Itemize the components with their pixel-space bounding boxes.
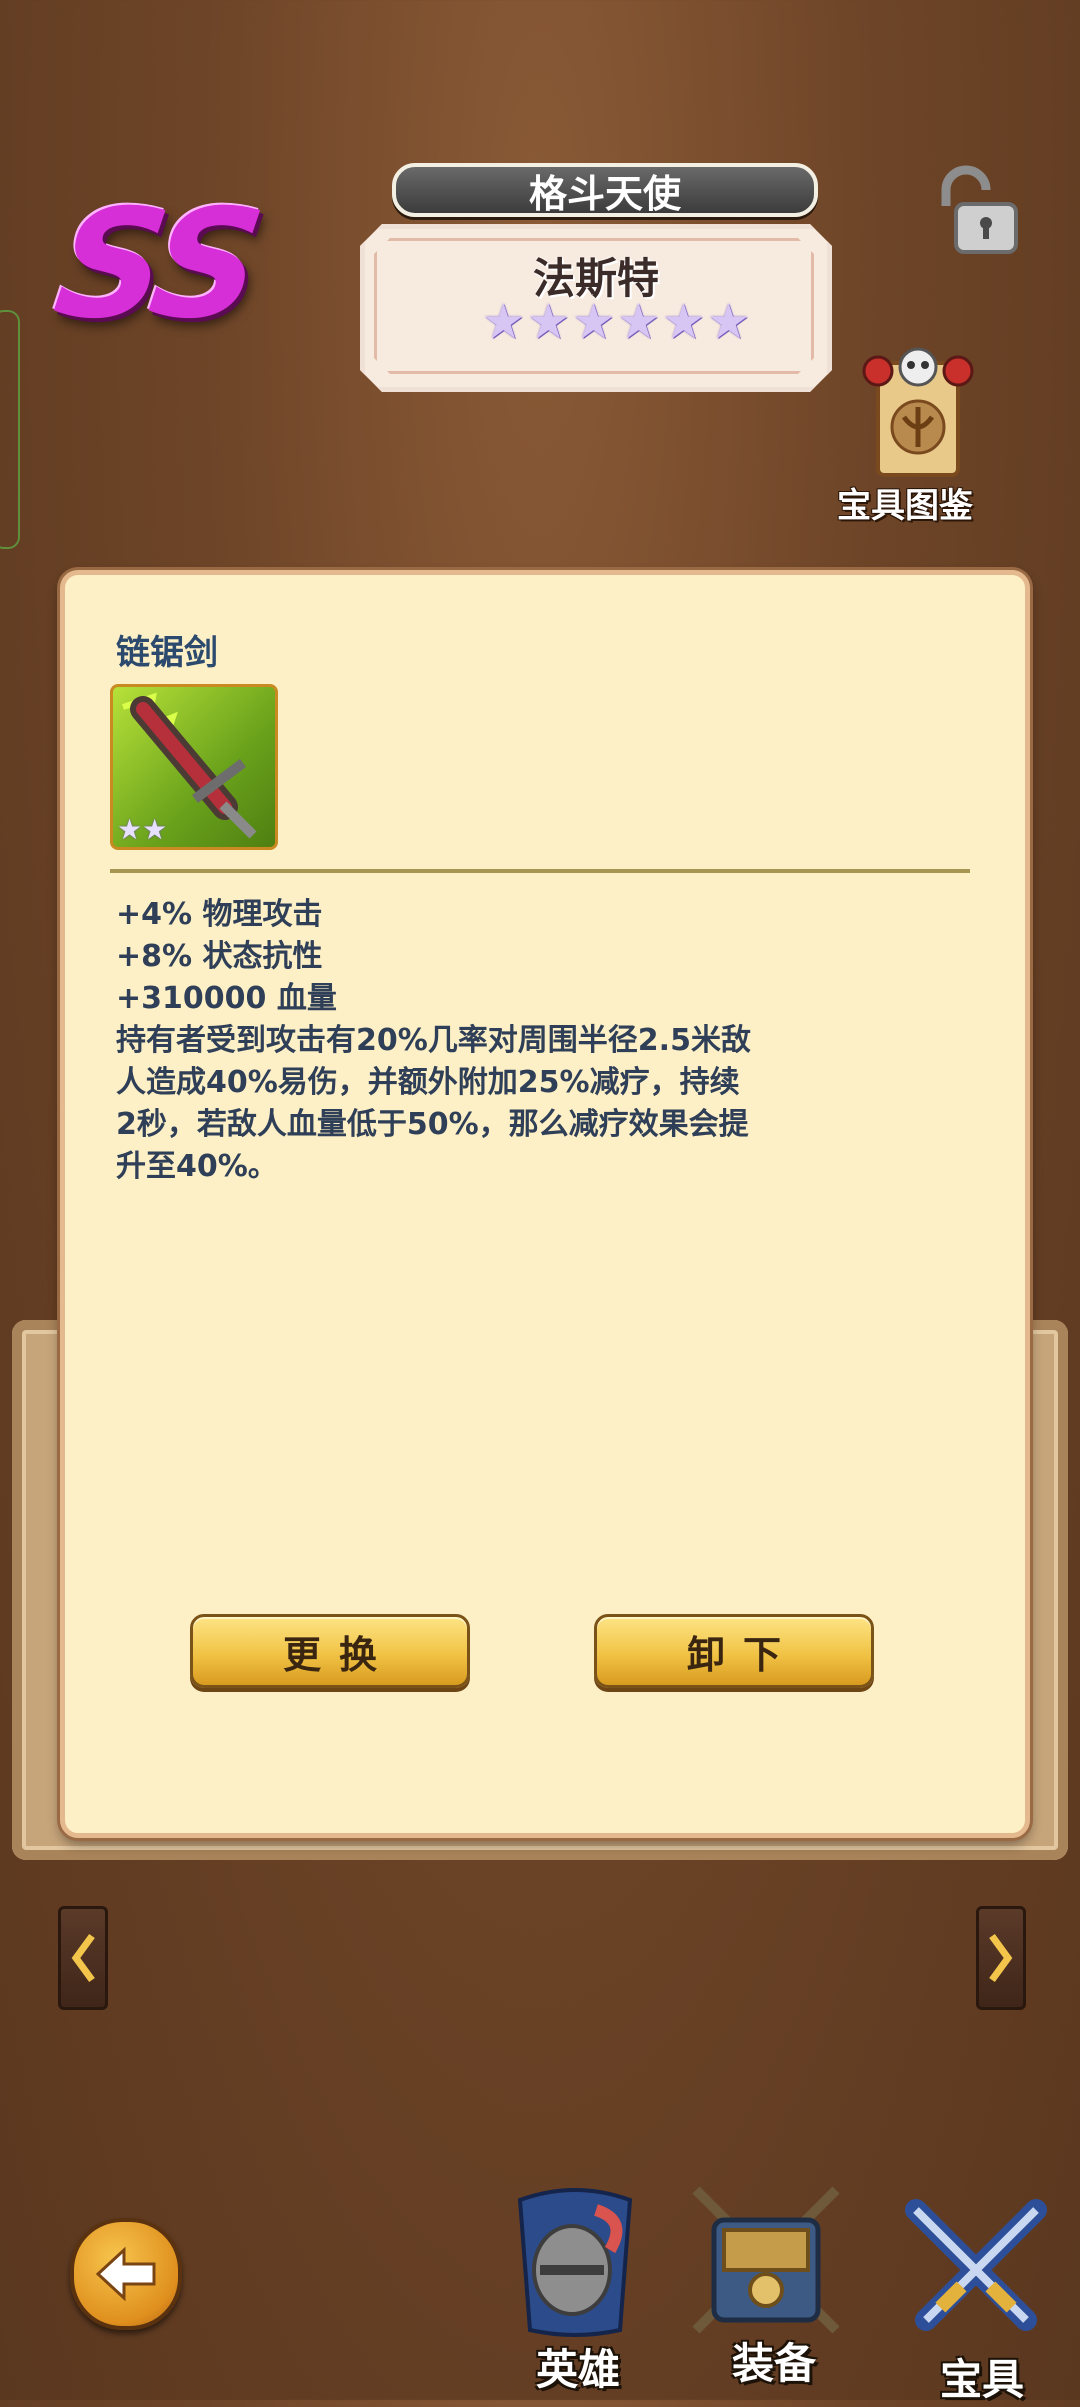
previous-arrow-button[interactable] — [58, 1906, 108, 2010]
item-star-rating: ★★ — [117, 813, 168, 846]
stat-line: +310000 血量 — [116, 981, 337, 1016]
arrow-left-icon — [95, 2246, 156, 2302]
divider — [110, 869, 970, 873]
description-line: 人造成40%易伤，并额外附加25%减疗，持续 — [116, 1065, 740, 1100]
stat-line: +8% 状态抗性 — [116, 939, 323, 974]
scroll-codex-icon[interactable] — [838, 345, 988, 485]
hero-class-label: 格斗天使 — [528, 171, 681, 216]
stat-line: +4% 物理攻击 — [116, 897, 323, 932]
codex-label[interactable]: 宝具图鉴 — [820, 478, 990, 527]
item-name: 链锯剑 — [116, 633, 218, 673]
chainsaw-sword-icon[interactable]: ★★ — [110, 684, 278, 850]
crossed-swords-icon — [905, 2199, 1047, 2331]
star-icon: ★ — [617, 294, 661, 350]
equipment-chest-icon — [692, 2186, 840, 2334]
unequip-button[interactable]: 卸下 — [594, 1614, 874, 1688]
next-arrow-button[interactable] — [976, 1906, 1026, 2010]
star-icon: ★ — [482, 294, 526, 350]
description-line: 升至40%。 — [116, 1149, 278, 1184]
hero-helmet-icon — [517, 2188, 633, 2337]
chevron-left-icon — [71, 1933, 95, 1983]
replace-button[interactable]: 更换 — [190, 1614, 470, 1688]
tab-treasure-label[interactable]: 宝具 — [940, 2346, 1024, 2407]
star-icon: ★ — [662, 294, 706, 350]
tab-hero[interactable] — [510, 2180, 640, 2350]
star-icon: ★ — [572, 294, 616, 350]
tab-equipment-label[interactable]: 装备 — [732, 2330, 816, 2391]
side-tab-edge[interactable] — [0, 310, 20, 549]
tab-hero-label[interactable]: 英雄 — [536, 2336, 620, 2397]
description-line: 持有者受到攻击有20%几率对周围半径2.5米敌 — [116, 1023, 751, 1058]
hero-class-plate: 格斗天使 — [392, 163, 818, 217]
hero-grade: SS — [45, 178, 265, 352]
description-line: 2秒，若敌人血量低于50%，那么减疗效果会提 — [116, 1107, 749, 1142]
tab-equipment[interactable] — [686, 2180, 846, 2350]
back-button[interactable] — [70, 2218, 182, 2330]
star-icon: ★ — [527, 294, 571, 350]
hero-star-rating: ★ ★ ★ ★ ★ ★ — [482, 298, 750, 346]
chevron-right-icon — [989, 1933, 1013, 1983]
tab-treasure[interactable] — [896, 2190, 1056, 2360]
lock-open-icon[interactable] — [928, 160, 1028, 260]
star-icon: ★ — [707, 294, 751, 350]
